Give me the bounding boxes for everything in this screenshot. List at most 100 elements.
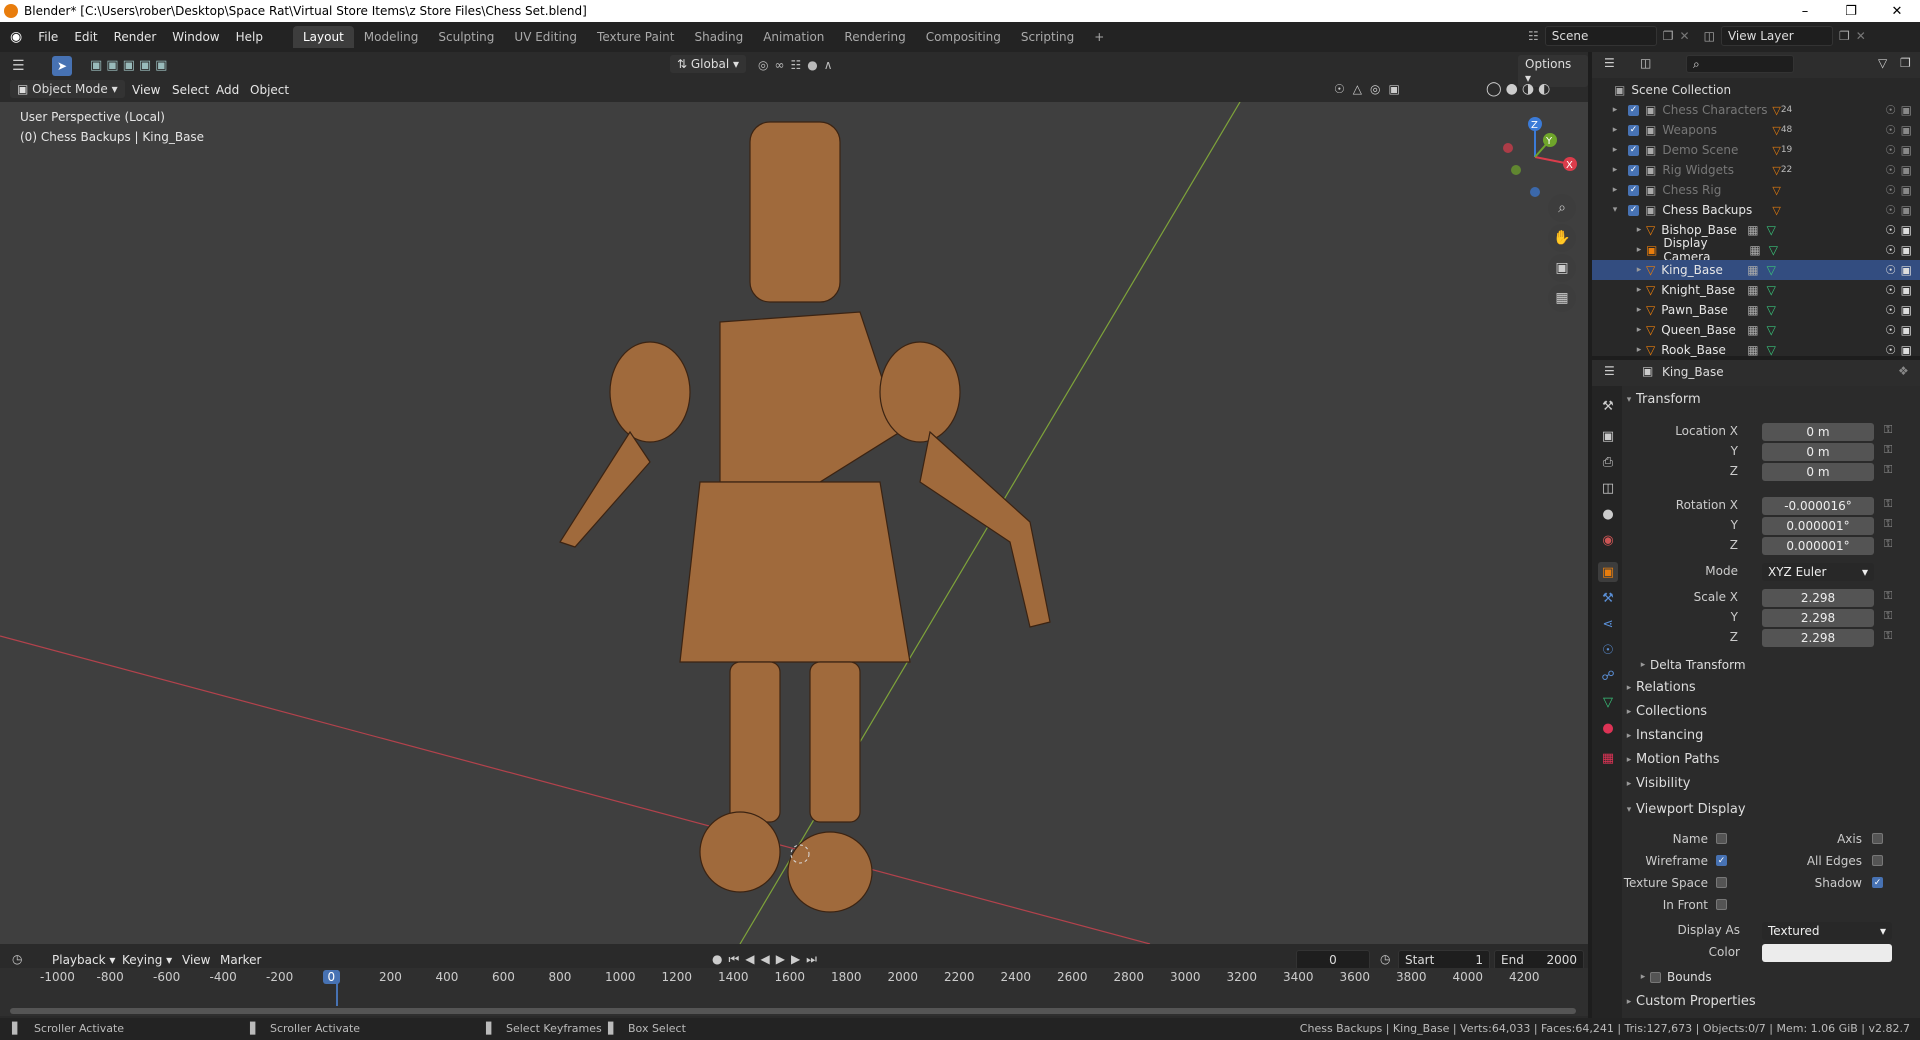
tool-tab-icon[interactable]: ⚒ — [1598, 396, 1618, 416]
editor-type-icon[interactable]: ☰ — [12, 58, 25, 74]
close-button[interactable]: ✕ — [1874, 0, 1920, 22]
outliner-collection-row[interactable]: ▸ ✓ ▣ Weapons ▽ 48 ☉ ▣ — [1592, 120, 1920, 140]
scene-field[interactable]: Scene — [1544, 26, 1657, 46]
render-camera-icon[interactable]: ▣ — [1901, 203, 1912, 217]
outliner-object-row[interactable]: ▸ ▽ Bishop_Base ▦ ▽ ☉ ▣ — [1592, 220, 1920, 240]
lock-icon[interactable]: ⚿ — [1884, 443, 1892, 457]
rotation-z-field[interactable]: 0.000001° — [1762, 537, 1874, 555]
expand-toggle-icon[interactable]: ▸ — [1632, 225, 1646, 235]
modifier-tab-icon[interactable]: ⚒ — [1598, 588, 1618, 608]
menu-file[interactable]: File — [30, 27, 66, 47]
display-all-edges-checkbox[interactable] — [1872, 855, 1883, 866]
new-view-layer-icon[interactable]: ❐ — [1839, 29, 1850, 43]
visibility-eye-icon[interactable]: ☉ — [1885, 243, 1896, 257]
tab-uv-editing[interactable]: UV Editing — [504, 26, 587, 48]
delete-view-layer-icon[interactable]: ✕ — [1856, 29, 1866, 43]
tab-texture-paint[interactable]: Texture Paint — [587, 26, 684, 48]
bounds-subsection[interactable]: ▸ Bounds — [1636, 970, 1712, 984]
visibility-eye-icon[interactable]: ☉ — [1885, 263, 1896, 277]
timeline-menu-keying[interactable]: Keying ▾ — [114, 950, 180, 970]
properties-section-header[interactable]: ▸ Visibility — [1622, 776, 1691, 791]
physics-tab-icon[interactable]: ☉ — [1598, 640, 1618, 660]
visibility-eye-icon[interactable]: ☉ — [1885, 103, 1896, 117]
collection-checkbox[interactable]: ✓ — [1628, 104, 1639, 116]
new-scene-icon[interactable]: ❐ — [1663, 29, 1674, 43]
start-frame-field[interactable]: Start 1 — [1398, 950, 1490, 970]
viewport-menu-object[interactable]: Object — [242, 80, 297, 100]
render-camera-icon[interactable]: ▣ — [1901, 343, 1912, 357]
lock-icon[interactable]: ⚿ — [1884, 463, 1892, 477]
collection-checkbox[interactable]: ✓ — [1628, 164, 1639, 176]
render-camera-icon[interactable]: ▣ — [1901, 283, 1912, 297]
tab-sculpting[interactable]: Sculpting — [428, 26, 504, 48]
particles-tab-icon[interactable]: ⋖ — [1598, 614, 1618, 634]
render-camera-icon[interactable]: ▣ — [1901, 103, 1912, 117]
expand-toggle-icon[interactable]: ▸ — [1608, 185, 1622, 195]
visibility-eye-icon[interactable]: ☉ — [1885, 163, 1896, 177]
display-color-swatch[interactable] — [1762, 944, 1892, 962]
visibility-eye-icon[interactable]: ☉ — [1885, 343, 1896, 357]
lock-icon[interactable]: ⚿ — [1884, 497, 1892, 511]
tab-modeling[interactable]: Modeling — [354, 26, 429, 48]
visibility-eye-icon[interactable]: ☉ — [1885, 223, 1896, 237]
tab-shading[interactable]: Shading — [684, 26, 753, 48]
location-y-field[interactable]: 0 m — [1762, 443, 1874, 461]
collection-checkbox[interactable]: ✓ — [1628, 204, 1639, 216]
pan-hand-icon[interactable]: ✋ — [1548, 224, 1576, 252]
render-camera-icon[interactable]: ▣ — [1901, 183, 1912, 197]
view-layer-tab-icon[interactable]: ◫ — [1598, 478, 1618, 498]
transform-section-header[interactable]: ▾ Transform — [1622, 392, 1701, 407]
menu-window[interactable]: Window — [164, 27, 227, 47]
tab-compositing[interactable]: Compositing — [916, 26, 1011, 48]
view-layer-icon[interactable]: ◫ — [1704, 29, 1715, 43]
current-frame-field[interactable]: 0 — [1296, 950, 1370, 970]
display-as-dropdown[interactable]: Textured ▾ — [1762, 922, 1892, 940]
rotation-x-field[interactable]: -0.000016° — [1762, 497, 1874, 515]
timeline-editor-type-icon[interactable]: ◷ — [12, 952, 22, 966]
expand-toggle-icon[interactable]: ▸ — [1632, 265, 1646, 275]
render-camera-icon[interactable]: ▣ — [1901, 223, 1912, 237]
minimize-button[interactable]: – — [1782, 0, 1828, 22]
delete-scene-icon[interactable]: ✕ — [1680, 29, 1690, 43]
display-name-checkbox[interactable] — [1716, 833, 1727, 844]
lock-icon[interactable]: ⚿ — [1884, 629, 1892, 643]
menu-help[interactable]: Help — [228, 27, 271, 47]
menu-edit[interactable]: Edit — [66, 27, 105, 47]
material-tab-icon[interactable]: ● — [1598, 718, 1618, 738]
display-texture-space-checkbox[interactable] — [1716, 877, 1727, 888]
timeline-menu-playback[interactable]: Playback ▾ — [44, 950, 123, 970]
render-camera-icon[interactable]: ▣ — [1901, 323, 1912, 337]
display-in-front-checkbox[interactable] — [1716, 899, 1727, 910]
tab-animation[interactable]: Animation — [753, 26, 834, 48]
visibility-eye-icon[interactable]: ☉ — [1885, 183, 1896, 197]
delta-transform-subsection[interactable]: ▸ Delta Transform — [1636, 658, 1746, 672]
add-workspace-icon[interactable]: + — [1084, 26, 1114, 48]
timeline-menu-marker[interactable]: Marker — [212, 950, 269, 970]
outliner-object-row[interactable]: ▸ ▽ Knight_Base ▦ ▽ ☉ ▣ — [1592, 280, 1920, 300]
outliner-object-row[interactable]: ▸ ▣ Display Camera ▦ ▽ ☉ ▣ — [1592, 236, 1920, 264]
expand-toggle-icon[interactable]: ▸ — [1608, 165, 1622, 175]
expand-toggle-icon[interactable]: ▸ — [1632, 285, 1646, 295]
outliner-search-input[interactable]: ⌕ — [1686, 55, 1794, 73]
rotation-y-field[interactable]: 0.000001° — [1762, 517, 1874, 535]
3d-viewport[interactable]: User Perspective (Local) (0) Chess Backu… — [0, 102, 1588, 944]
scale-z-field[interactable]: 2.298 — [1762, 629, 1874, 647]
visibility-eye-icon[interactable]: ☉ — [1885, 323, 1896, 337]
constraints-tab-icon[interactable]: ☍ — [1598, 666, 1618, 686]
object-tab-icon[interactable]: ▣ — [1598, 562, 1618, 582]
view-layer-field[interactable]: View Layer — [1720, 26, 1833, 46]
tab-rendering[interactable]: Rendering — [834, 26, 915, 48]
outliner-object-row[interactable]: ▸ ▽ Queen_Base ▦ ▽ ☉ ▣ — [1592, 320, 1920, 340]
tab-layout[interactable]: Layout — [292, 26, 354, 48]
custom-properties-section-header[interactable]: ▸ Custom Properties — [1622, 994, 1756, 1009]
tab-scripting[interactable]: Scripting — [1011, 26, 1084, 48]
outliner-collection-row[interactable]: ▸ ✓ ▣ Demo Scene ▽ 19 ☉ ▣ — [1592, 140, 1920, 160]
navigation-gizmo[interactable]: Z X Y — [1490, 112, 1580, 202]
outliner-collection-row[interactable]: ▸ ✓ ▣ Rig Widgets ▽ 22 ☉ ▣ — [1592, 160, 1920, 180]
ortho-grid-icon[interactable]: ▦ — [1548, 284, 1576, 312]
viewport-overlay-icons[interactable]: ☉△◎▣ — [1334, 82, 1408, 96]
menu-render[interactable]: Render — [106, 27, 165, 47]
outliner-scene-collection[interactable]: ▣ Scene Collection — [1592, 80, 1920, 100]
render-camera-icon[interactable]: ▣ — [1901, 303, 1912, 317]
pivot-snap-icons[interactable]: ◎∞☷●∧ — [758, 58, 838, 72]
